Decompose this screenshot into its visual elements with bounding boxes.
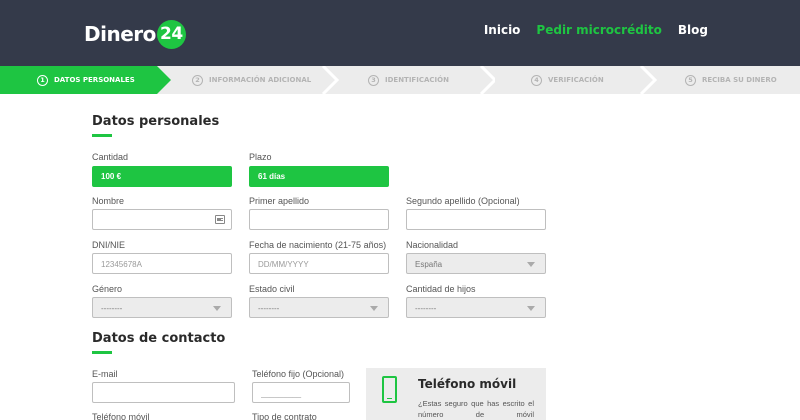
- segundo-apellido-text-input[interactable]: [407, 211, 545, 230]
- step-number: 4: [531, 74, 542, 86]
- fecha-nacimiento-label: Fecha de nacimiento (21-75 años): [249, 240, 387, 250]
- section-title-datos-contacto: Datos de contacto: [92, 331, 226, 346]
- genero-value: --------: [101, 304, 123, 313]
- cantidad-hijos-value: --------: [415, 304, 437, 313]
- chevron-down-icon: [370, 306, 378, 311]
- genero-label: Género: [92, 284, 123, 294]
- step-label: VERIFICACIÓN: [548, 76, 604, 84]
- dni-input[interactable]: [92, 253, 232, 274]
- logo[interactable]: Dinero 24: [84, 19, 186, 49]
- nombre-label: Nombre: [92, 196, 125, 206]
- progress-steps: 1 DATOS PERSONALES 2 INFORMACIÓN ADICION…: [0, 66, 800, 94]
- nombre-input[interactable]: [92, 209, 232, 230]
- telefono-fijo-text-input[interactable]: [253, 384, 349, 403]
- main-nav: Inicio Pedir microcrédito Blog: [484, 23, 708, 37]
- primer-apellido-text-input[interactable]: [250, 211, 388, 230]
- cantidad-field[interactable]: 100 €: [92, 166, 232, 187]
- step-label: INFORMACIÓN ADICIONAL: [209, 76, 312, 84]
- nacionalidad-value: España: [415, 260, 443, 269]
- primer-apellido-label: Primer apellido: [249, 196, 310, 206]
- telefono-fijo-input[interactable]: [252, 382, 350, 403]
- step-number: 2: [192, 74, 203, 86]
- email-input[interactable]: [92, 382, 235, 403]
- chevron-down-icon: [527, 306, 535, 311]
- step-number: 5: [685, 74, 696, 86]
- cantidad-value: 100 €: [101, 172, 122, 181]
- step-informacion-adicional[interactable]: 2 INFORMACIÓN ADICIONAL: [157, 66, 339, 94]
- estado-civil-value: --------: [258, 304, 280, 313]
- contact-card-icon: [215, 215, 225, 224]
- smartphone-icon: [382, 376, 397, 403]
- logo-badge: 24: [156, 19, 186, 49]
- nombre-text-input[interactable]: [93, 211, 231, 230]
- telefono-fijo-label: Teléfono fijo (Opcional): [252, 369, 345, 379]
- telefono-movil-label: Teléfono móvil: [92, 412, 150, 420]
- step-number: 1: [37, 74, 48, 86]
- cantidad-hijos-select[interactable]: --------: [406, 297, 546, 318]
- chevron-down-icon: [527, 262, 535, 267]
- step-reciba-su-dinero[interactable]: 5 RECIBA SU DINERO: [641, 66, 800, 94]
- cantidad-label: Cantidad: [92, 152, 129, 162]
- fecha-nacimiento-input[interactable]: [249, 253, 389, 274]
- nacionalidad-label: Nacionalidad: [406, 240, 459, 250]
- estado-civil-label: Estado civil: [249, 284, 295, 294]
- section-underline: [92, 134, 112, 137]
- info-box-title: Teléfono móvil: [418, 377, 517, 391]
- primer-apellido-input[interactable]: [249, 209, 389, 230]
- plazo-field[interactable]: 61 días: [249, 166, 389, 187]
- step-number: 3: [368, 74, 379, 86]
- cantidad-hijos-label: Cantidad de hijos: [406, 284, 476, 294]
- tipo-contrato-label: Tipo de contrato: [252, 412, 317, 420]
- step-label: RECIBA SU DINERO: [702, 76, 777, 84]
- section-title-datos-personales: Datos personales: [92, 114, 220, 129]
- step-verificacion[interactable]: 4 VERIFICACIÓN: [481, 66, 657, 94]
- genero-select[interactable]: --------: [92, 297, 232, 318]
- nav-inicio[interactable]: Inicio: [484, 23, 521, 37]
- nacionalidad-select[interactable]: España: [406, 253, 546, 274]
- nav-blog[interactable]: Blog: [678, 23, 708, 37]
- step-datos-personales[interactable]: 1 DATOS PERSONALES: [0, 66, 172, 94]
- mobile-phone-info-box: Teléfono móvil ¿Estas seguro que has esc…: [366, 368, 546, 420]
- step-label: IDENTIFICACIÓN: [385, 76, 449, 84]
- step-label: DATOS PERSONALES: [54, 76, 135, 84]
- step-identificacion[interactable]: 3 IDENTIFICACIÓN: [323, 66, 495, 94]
- dni-label: DNI/NIE: [92, 240, 126, 250]
- nav-pedir-microcredito[interactable]: Pedir microcrédito: [536, 23, 661, 37]
- section-underline: [92, 351, 112, 354]
- email-text-input[interactable]: [93, 384, 234, 403]
- estado-civil-select[interactable]: --------: [249, 297, 389, 318]
- segundo-apellido-input[interactable]: [406, 209, 546, 230]
- plazo-label: Plazo: [249, 152, 272, 162]
- plazo-value: 61 días: [258, 172, 286, 181]
- chevron-down-icon: [213, 306, 221, 311]
- top-header: Dinero 24 Inicio Pedir microcrédito Blog: [0, 0, 800, 66]
- dni-text-input[interactable]: [93, 255, 231, 274]
- segundo-apellido-label: Segundo apellido (Opcional): [406, 196, 520, 206]
- info-box-text: ¿Estas seguro que has escrito el número …: [418, 399, 534, 419]
- email-label: E-mail: [92, 369, 118, 379]
- logo-text: Dinero: [84, 22, 156, 46]
- fecha-nacimiento-text-input[interactable]: [250, 255, 388, 274]
